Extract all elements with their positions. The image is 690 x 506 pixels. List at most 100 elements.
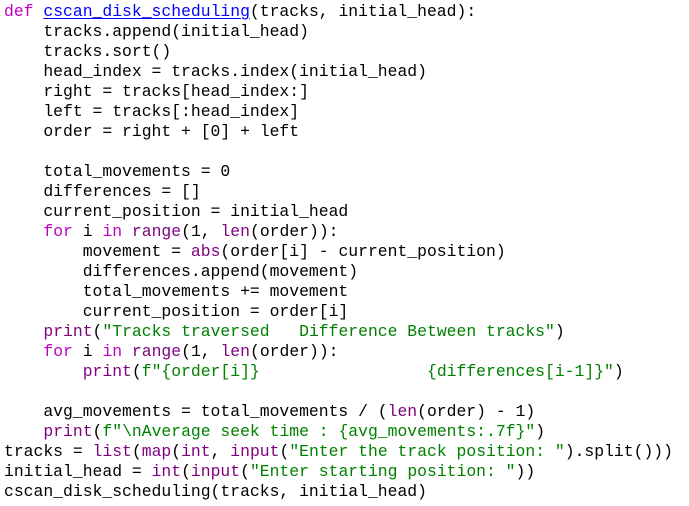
code-line: movement = abs(order[i] - current_positi… [4, 242, 673, 262]
code-line: left = tracks[:head_index] [4, 102, 673, 122]
code-token: left = tracks[:head_index] [4, 102, 300, 121]
code-token: ( [92, 322, 103, 341]
code-token: range [131, 342, 182, 361]
code-token: "Enter the track position: " [289, 442, 565, 461]
code-token: initial_head = [4, 462, 152, 481]
code-token: i [72, 342, 103, 361]
code-line: print("Tracks traversed Difference Betwe… [4, 322, 673, 342]
code-token: total_movements = 0 [4, 162, 231, 181]
code-line: order = right + [0] + left [4, 122, 673, 142]
code-token: tracks.sort() [4, 42, 172, 61]
code-token: , [210, 442, 231, 461]
code-token: len [220, 222, 250, 241]
code-token: ( [92, 422, 103, 441]
code-token: for [43, 342, 73, 361]
code-token: right = tracks[head_index:] [4, 82, 309, 101]
code-line: differences = [] [4, 182, 673, 202]
code-line: tracks.sort() [4, 42, 673, 62]
code-line: for i in range(1, len(order)): [4, 222, 673, 242]
code-line: ​ [4, 382, 673, 402]
code-token: current_position = initial_head [4, 202, 349, 221]
code-token: abs [190, 242, 221, 261]
code-token: range [131, 222, 182, 241]
code-token: for [43, 222, 73, 241]
code-token: movement = [4, 242, 191, 261]
code-token: (1, [181, 222, 221, 241]
code-token: (order)): [249, 222, 339, 241]
code-token: len [387, 402, 418, 421]
code-token: (order[i] - current_position) [220, 242, 506, 261]
code-token: map [141, 442, 172, 461]
code-line: head_index = tracks.index(initial_head) [4, 62, 673, 82]
code-line: avg_movements = total_movements / (len(o… [4, 402, 673, 422]
code-line: print(f"\nAverage seek time : {avg_movem… [4, 422, 673, 442]
code-editor[interactable]: def cscan_disk_scheduling(tracks, initia… [0, 0, 690, 506]
code-token: total_movements += movement [4, 282, 349, 301]
code-line: for i in range(1, len(order)): [4, 342, 673, 362]
code-token: ( [131, 442, 142, 461]
code-token: (order) - 1) [417, 402, 536, 421]
code-line: differences.append(movement) [4, 262, 673, 282]
code-line: def cscan_disk_scheduling(tracks, initia… [4, 2, 673, 22]
code-token: (1, [181, 342, 221, 361]
code-token: "Tracks traversed Difference Between tra… [102, 322, 555, 341]
code-token: ) [535, 422, 546, 441]
code-token: in [102, 342, 123, 361]
code-line: initial_head = int(input("Enter starting… [4, 462, 673, 482]
code-token: avg_movements = total_movements / ( [4, 402, 388, 421]
code-line: total_movements = 0 [4, 162, 673, 182]
code-line: ​ [4, 142, 673, 162]
code-token: ) [613, 362, 624, 381]
code-line: tracks.append(initial_head) [4, 22, 673, 42]
code-line: current_position = initial_head [4, 202, 673, 222]
code-token: f"{order[i]} {differences[i-1]}" [141, 362, 614, 381]
code-token: len [220, 342, 250, 361]
code-token: ( [181, 462, 191, 481]
code-token: ).split())) [564, 442, 673, 461]
code-line: right = tracks[head_index:] [4, 82, 673, 102]
code-token: print [43, 322, 93, 341]
code-token: cscan_disk_scheduling(tracks, initial_he… [4, 482, 427, 501]
code-token: input [230, 442, 280, 461]
code-token: order = right + [0] + left [4, 122, 300, 141]
code-token: )) [515, 462, 536, 481]
code-token: int [151, 462, 182, 481]
code-token: differences.append(movement) [4, 262, 359, 281]
code-token: "Enter starting position: " [249, 462, 516, 481]
code-token: f"\nAverage seek time : {avg_movements:.… [102, 422, 536, 441]
code-token: print [82, 362, 132, 381]
code-token: in [102, 222, 123, 241]
code-token: ( [240, 462, 250, 481]
code-token: (tracks, initial_head): [249, 2, 477, 21]
code-line: cscan_disk_scheduling(tracks, initial_he… [4, 482, 673, 502]
code-token: tracks = [4, 442, 93, 461]
code-token: list [92, 442, 132, 461]
code-token: head_index = tracks.index(initial_head) [4, 62, 427, 81]
code-token: ( [171, 442, 182, 461]
code-token: int [181, 442, 211, 461]
code-token: differences = [] [4, 182, 201, 201]
code-token: ( [131, 362, 142, 381]
code-line: current_position = order[i] [4, 302, 673, 322]
code-token: (order)): [249, 342, 339, 361]
code-line: tracks = list(map(int, input("Enter the … [4, 442, 673, 462]
code-area[interactable]: def cscan_disk_scheduling(tracks, initia… [4, 2, 673, 502]
code-token: tracks.append(initial_head) [4, 22, 309, 41]
code-token: ) [554, 322, 565, 341]
code-token: input [190, 462, 241, 481]
code-token: cscan_disk_scheduling [43, 2, 250, 21]
code-line: print(f"{order[i]} {differences[i-1]}") [4, 362, 673, 382]
code-token: ( [279, 442, 290, 461]
code-line: total_movements += movement [4, 282, 673, 302]
code-token: i [72, 222, 103, 241]
code-token: print [43, 422, 93, 441]
code-token: current_position = order[i] [4, 302, 349, 321]
